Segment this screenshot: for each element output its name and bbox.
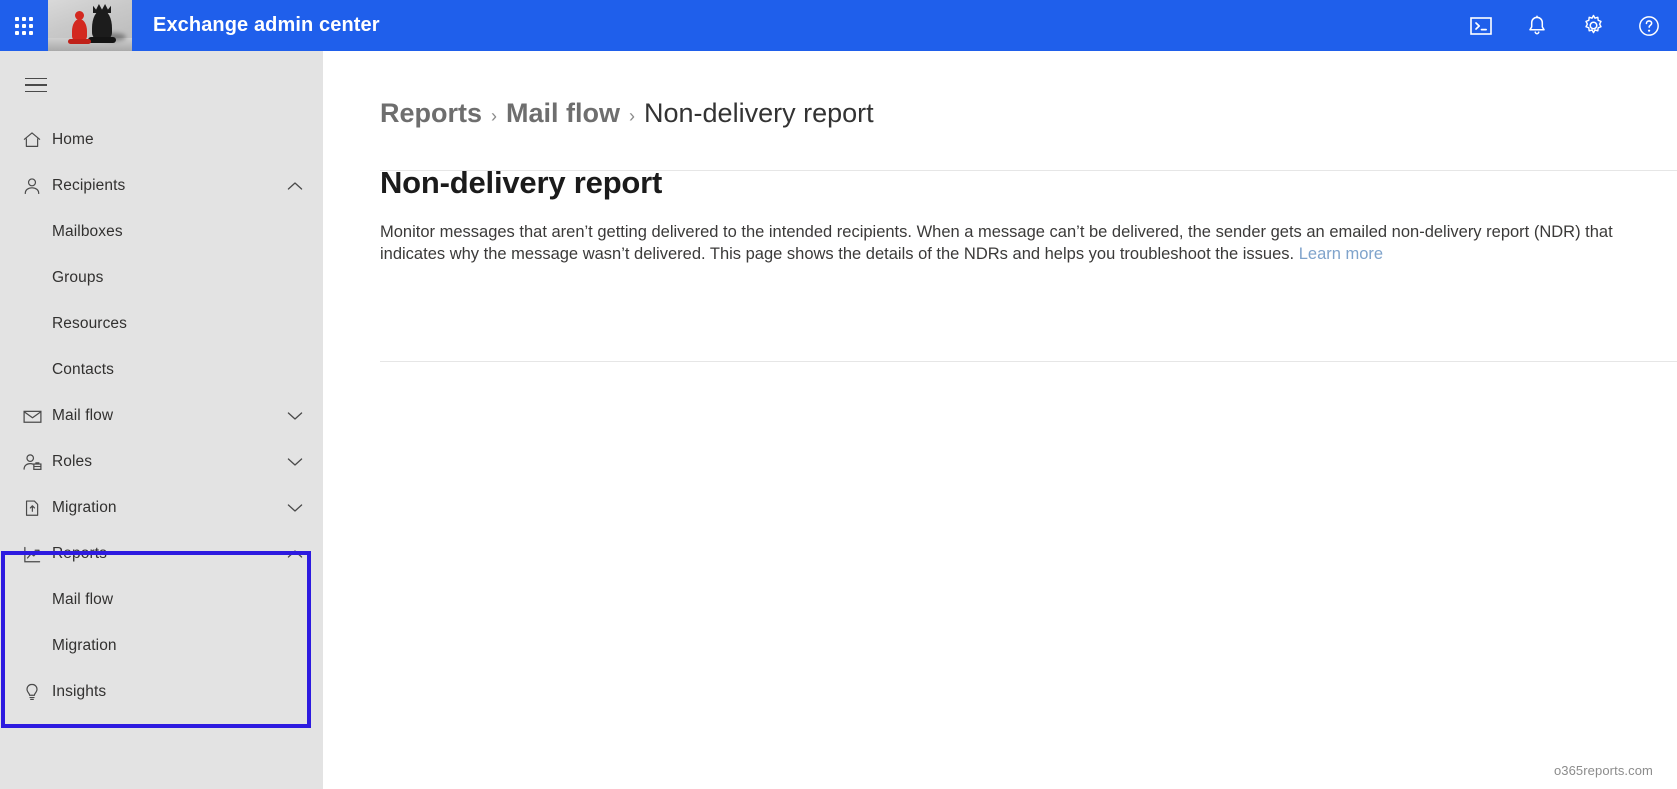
settings-gear-icon[interactable] [1565, 0, 1621, 51]
help-question-icon[interactable] [1621, 0, 1677, 51]
person-badge-icon [12, 452, 52, 473]
sidebar-item-label: Mail flow [52, 407, 114, 424]
sidebar-item-mail-flow[interactable]: Mail flow [0, 393, 323, 439]
left-navigation-sidebar: Home Recipients Mailboxes Groups Resourc… [0, 51, 323, 789]
lightbulb-icon [12, 682, 52, 702]
chevron-down-icon[interactable] [287, 411, 303, 421]
migration-page-icon [12, 498, 52, 518]
chevron-up-icon[interactable] [287, 549, 303, 559]
breadcrumb-separator-icon: › [491, 106, 498, 126]
breadcrumb-parent[interactable]: Mail flow [506, 98, 620, 129]
home-icon [12, 130, 52, 150]
brand-chess-thumbnail-image [48, 0, 132, 51]
chevron-down-icon[interactable] [287, 457, 303, 467]
black-queen-piece [88, 10, 116, 43]
breadcrumb-separator-icon: › [629, 106, 636, 126]
breadcrumb: Reports › Mail flow › Non-delivery repor… [380, 98, 1677, 129]
chevron-up-icon[interactable] [287, 181, 303, 191]
breadcrumb-current: Non-delivery report [644, 98, 874, 128]
top-header-bar: Exchange admin center [0, 0, 1677, 51]
sidebar-item-home[interactable]: Home [0, 117, 323, 163]
breadcrumb-root[interactable]: Reports [380, 98, 482, 129]
sidebar-item-resources[interactable]: Resources [0, 301, 323, 347]
chevron-down-icon[interactable] [287, 503, 303, 513]
sidebar-item-label: Insights [52, 683, 107, 700]
sidebar-item-mailboxes[interactable]: Mailboxes [0, 209, 323, 255]
sidebar-item-label: Mail flow [52, 591, 114, 608]
sidebar-item-label: Recipients [52, 177, 126, 194]
sidebar-item-contacts[interactable]: Contacts [0, 347, 323, 393]
sidebar-item-reports[interactable]: Reports [0, 531, 323, 577]
sidebar-item-label: Home [52, 131, 94, 148]
sidebar-nav-list: Home Recipients Mailboxes Groups Resourc… [0, 117, 323, 715]
page-title: Non-delivery report [380, 165, 663, 200]
hamburger-menu-icon[interactable] [10, 59, 62, 111]
sidebar-item-label: Contacts [52, 361, 114, 378]
app-title: Exchange admin center [153, 14, 380, 36]
page-description-text: Monitor messages that aren’t getting del… [380, 223, 1613, 263]
sidebar-item-reports-mail-flow[interactable]: Mail flow [0, 577, 323, 623]
waffle-grid [15, 16, 33, 35]
sidebar-item-label: Migration [52, 499, 117, 516]
app-launcher-waffle-icon[interactable] [0, 0, 48, 51]
sidebar-item-insights[interactable]: Insights [0, 669, 323, 715]
notifications-bell-icon[interactable] [1509, 0, 1565, 51]
sidebar-item-label: Roles [52, 453, 93, 470]
person-icon [12, 176, 52, 196]
page-description: Monitor messages that aren’t getting del… [380, 221, 1677, 265]
sidebar-item-migration[interactable]: Migration [0, 485, 323, 531]
powershell-console-icon[interactable] [1453, 0, 1509, 51]
divider-bottom [380, 361, 1677, 362]
red-pawn-piece [68, 11, 91, 44]
sidebar-item-roles[interactable]: Roles [0, 439, 323, 485]
divider-top [380, 170, 1677, 171]
sidebar-item-recipients[interactable]: Recipients [0, 163, 323, 209]
sidebar-item-label: Migration [52, 637, 117, 654]
envelope-icon [12, 406, 52, 427]
sidebar-item-reports-migration[interactable]: Migration [0, 623, 323, 669]
sidebar-item-label: Resources [52, 315, 127, 332]
sidebar-item-label: Groups [52, 269, 104, 286]
learn-more-link[interactable]: Learn more [1299, 245, 1383, 263]
chart-trend-icon [12, 544, 52, 565]
main-content-area: Reports › Mail flow › Non-delivery repor… [323, 51, 1677, 789]
header-icon-group [1453, 0, 1677, 51]
sidebar-item-label: Mailboxes [52, 223, 123, 240]
sidebar-item-groups[interactable]: Groups [0, 255, 323, 301]
sidebar-item-label: Reports [52, 545, 107, 562]
watermark-label: o365reports.com [1553, 763, 1653, 778]
